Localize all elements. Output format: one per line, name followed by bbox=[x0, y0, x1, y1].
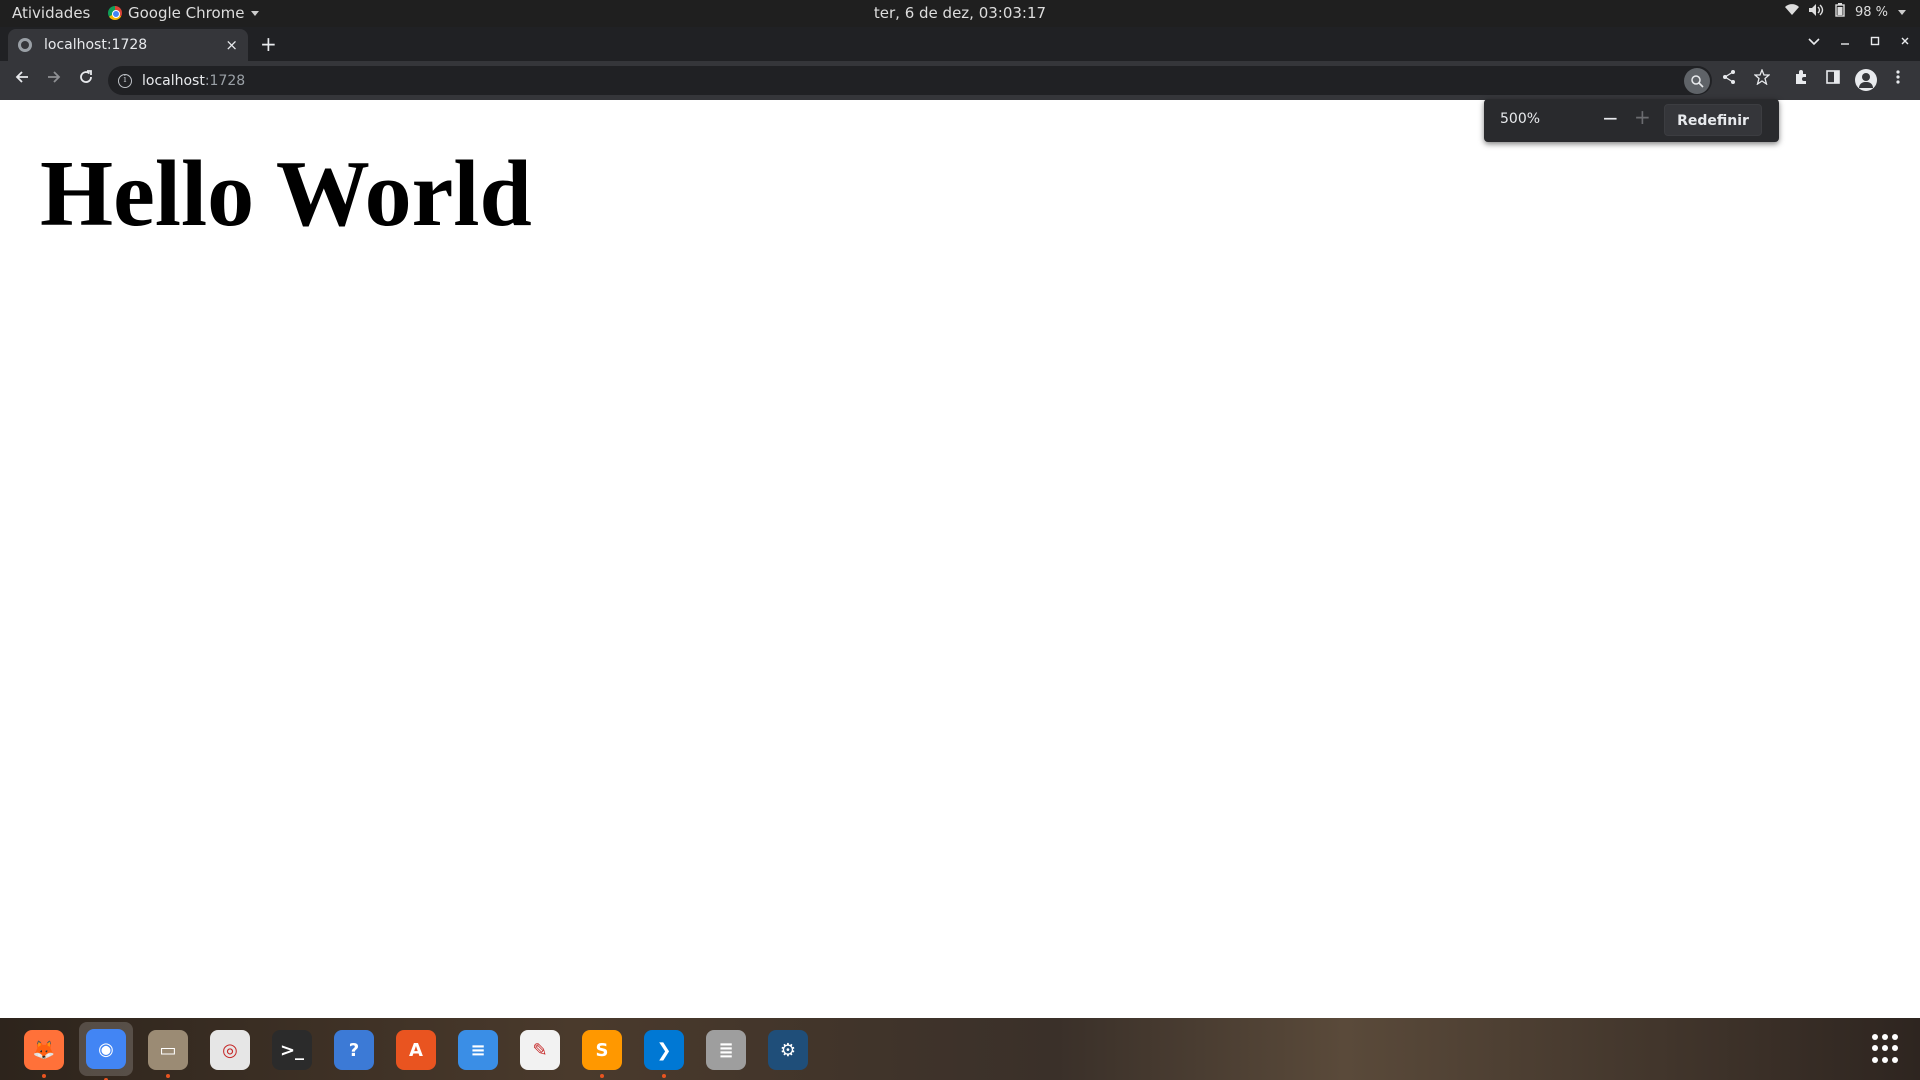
volume-icon bbox=[1808, 4, 1825, 20]
rhythmbox-icon: ◎ bbox=[210, 1030, 250, 1070]
app-menu-label: Google Chrome bbox=[128, 4, 245, 22]
info-icon[interactable]: i bbox=[118, 73, 132, 88]
side-panel-icon[interactable] bbox=[1822, 69, 1844, 91]
tab-title: localhost:1728 bbox=[44, 37, 148, 53]
wifi-icon bbox=[1784, 4, 1799, 20]
dock-app-files[interactable]: ▭ bbox=[146, 1028, 190, 1078]
database-icon: ≣ bbox=[706, 1030, 746, 1070]
chevron-down-icon bbox=[250, 10, 259, 16]
vscode-icon: ❯ bbox=[644, 1030, 684, 1070]
url-host: localhost bbox=[142, 72, 205, 89]
minimize-icon[interactable] bbox=[1840, 35, 1850, 50]
zoom-indicator-icon[interactable] bbox=[1684, 68, 1710, 94]
clock[interactable]: ter, 6 de dez, 03:03:17 bbox=[0, 4, 1920, 22]
system-menu[interactable]: 98 % bbox=[1784, 3, 1906, 21]
dock-app-google-chrome[interactable]: ◉ bbox=[79, 1022, 133, 1080]
tab-strip: localhost:1728 × + bbox=[0, 27, 1920, 61]
page-viewport: Hello World bbox=[0, 100, 1920, 1018]
new-tab-button[interactable]: + bbox=[260, 34, 277, 54]
dock-app-ubuntu-software[interactable]: A bbox=[394, 1028, 438, 1072]
close-icon[interactable]: × bbox=[225, 36, 238, 54]
back-button[interactable] bbox=[11, 69, 33, 91]
close-window-icon[interactable] bbox=[1900, 35, 1910, 50]
chrome-icon bbox=[108, 6, 122, 20]
window-controls bbox=[1808, 35, 1910, 50]
browser-toolbar: i localhost :1728 bbox=[0, 61, 1920, 100]
profile-avatar-icon[interactable] bbox=[1855, 69, 1877, 91]
software-icon: A bbox=[396, 1030, 436, 1070]
zoom-level: 500% bbox=[1500, 111, 1541, 127]
dock-app-database[interactable]: ≣ bbox=[704, 1028, 748, 1072]
dock-app-terminal[interactable]: >_ bbox=[270, 1028, 314, 1072]
dock-app-firefox[interactable]: 🦊 bbox=[22, 1028, 66, 1078]
bookmark-star-icon[interactable] bbox=[1751, 68, 1773, 91]
more-menu-icon[interactable] bbox=[1887, 69, 1909, 91]
chevron-down-icon bbox=[1898, 9, 1906, 15]
text-editor-icon: ≡ bbox=[458, 1030, 498, 1070]
terminal-icon: >_ bbox=[272, 1030, 312, 1070]
dock-app-mysql-workbench[interactable]: ⚙ bbox=[766, 1028, 810, 1072]
page-heading: Hello World bbox=[40, 142, 532, 246]
gnome-top-bar: Atividades Google Chrome ter, 6 de dez, … bbox=[0, 0, 1920, 27]
reload-button[interactable] bbox=[75, 69, 97, 91]
running-indicator bbox=[662, 1074, 666, 1078]
battery-icon bbox=[1835, 3, 1845, 21]
dock-app-sublime-text[interactable]: S bbox=[580, 1028, 624, 1078]
dock-app-text-editor[interactable]: ≡ bbox=[456, 1028, 500, 1072]
tab-search-icon[interactable] bbox=[1808, 35, 1820, 50]
help-icon: ? bbox=[334, 1030, 374, 1070]
show-applications-icon[interactable] bbox=[1872, 1034, 1902, 1064]
firefox-icon: 🦊 bbox=[24, 1030, 64, 1070]
zoom-out-button[interactable]: − bbox=[1602, 108, 1619, 128]
address-bar[interactable]: i localhost :1728 bbox=[108, 66, 1712, 95]
dock-app-rhythmbox[interactable]: ◎ bbox=[208, 1028, 252, 1072]
running-indicator bbox=[600, 1074, 604, 1078]
dock-app-visual-studio-code[interactable]: ❯ bbox=[642, 1028, 686, 1078]
app-menu[interactable]: Google Chrome bbox=[108, 4, 259, 22]
dock-app-document-viewer[interactable]: ✎ bbox=[518, 1028, 562, 1072]
share-icon[interactable] bbox=[1718, 69, 1740, 91]
activities-button[interactable]: Atividades bbox=[12, 4, 90, 22]
forward-button[interactable] bbox=[43, 69, 65, 91]
tab-localhost[interactable]: localhost:1728 × bbox=[8, 29, 248, 61]
globe-icon bbox=[18, 38, 32, 52]
maximize-icon[interactable] bbox=[1870, 35, 1880, 50]
chrome-icon: ◉ bbox=[86, 1029, 126, 1069]
running-indicator bbox=[42, 1074, 46, 1078]
document-viewer-icon: ✎ bbox=[520, 1030, 560, 1070]
zoom-in-button[interactable]: + bbox=[1634, 107, 1651, 127]
reset-zoom-button[interactable]: Redefinir bbox=[1664, 104, 1762, 136]
sublime-icon: S bbox=[582, 1030, 622, 1070]
ubuntu-dock: 🦊 ◉ ▭ ◎ >_? A ≡ ✎ S ❯ ≣ ⚙ bbox=[0, 1018, 1920, 1080]
url-port: :1728 bbox=[204, 72, 246, 89]
running-indicator bbox=[166, 1074, 170, 1078]
mysql-icon: ⚙ bbox=[768, 1030, 808, 1070]
battery-percent: 98 % bbox=[1854, 4, 1888, 20]
files-icon: ▭ bbox=[148, 1030, 188, 1070]
extensions-icon[interactable] bbox=[1790, 69, 1812, 91]
zoom-bubble: 500% − + Redefinir bbox=[1484, 99, 1779, 142]
dock-app-help[interactable]: ? bbox=[332, 1028, 376, 1072]
